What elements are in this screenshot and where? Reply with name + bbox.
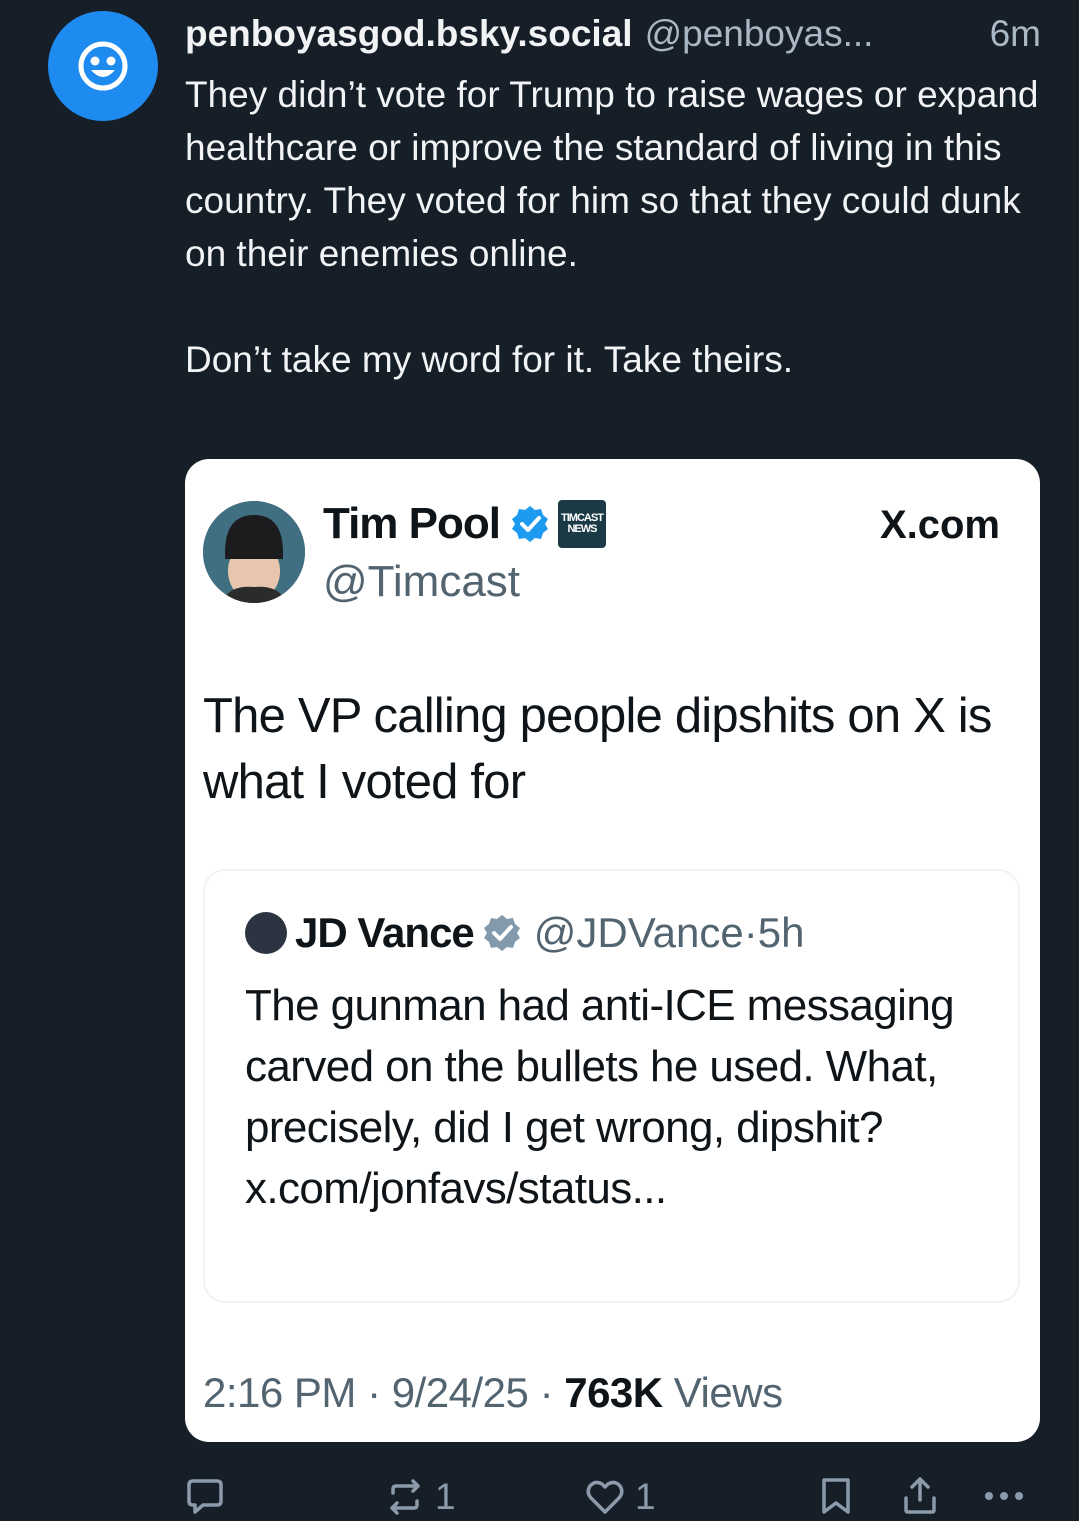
views-count: 763K: [564, 1369, 663, 1416]
quoted-author-name[interactable]: JD Vance: [295, 909, 475, 957]
quoted-author-handle[interactable]: @JDVance: [534, 909, 744, 957]
quoted-post-header: JD Vance @JDVance · 5h: [245, 909, 804, 957]
heart-icon: [586, 1480, 624, 1514]
share-button[interactable]: [900, 1476, 940, 1516]
separator-dot: ·: [367, 1369, 392, 1416]
views-label: Views: [673, 1369, 783, 1416]
post-paragraph: They didn’t vote for Trump to raise wage…: [185, 74, 1039, 274]
embed-post-meta: 2:16 PM · 9/24/25 · 763K Views: [203, 1369, 783, 1417]
embed-author-name-row: Tim Pool TIMCAST NEWS: [323, 499, 606, 549]
embed-author-name[interactable]: Tim Pool: [323, 499, 501, 549]
repost-count: 1: [435, 1476, 456, 1517]
embed-author-handle[interactable]: @Timcast: [323, 557, 520, 607]
repost-icon: [390, 1479, 420, 1515]
repost-button[interactable]: 1: [385, 1476, 456, 1518]
separator-dot: ·: [743, 909, 758, 956]
affiliate-badge: TIMCAST NEWS: [557, 500, 606, 548]
quoted-post-text: The gunman had anti-ICE messaging carved…: [245, 981, 955, 1213]
post-body: They didn’t vote for Trump to raise wage…: [185, 68, 1055, 386]
quoted-author-avatar: [245, 912, 287, 954]
embedded-post-card[interactable]: Tim Pool TIMCAST NEWS @Timcast X.com The…: [185, 459, 1040, 1442]
separator-dot: ·: [539, 1369, 565, 1416]
like-count: 1: [635, 1476, 656, 1517]
embed-post-date[interactable]: 9/24/25: [392, 1369, 529, 1416]
reply-icon: [187, 1479, 223, 1514]
more-button[interactable]: [982, 1476, 1026, 1516]
verified-badge-icon: [511, 506, 548, 542]
bookmark-icon: [822, 1478, 850, 1514]
reply-button[interactable]: [185, 1476, 225, 1516]
bookmark-button[interactable]: [818, 1476, 854, 1516]
post-header: penboyasgod.bsky.social @penboyas... 6m: [185, 12, 1045, 56]
post-time[interactable]: 6m: [990, 12, 1041, 56]
embed-post-time[interactable]: 2:16 PM: [203, 1369, 356, 1416]
embed-post-text: The VP calling people dipshits on X is w…: [203, 689, 992, 809]
quoted-post-time[interactable]: 5h: [758, 909, 805, 957]
more-icon: [985, 1492, 1023, 1500]
post-paragraph: Don’t take my word for it. Take theirs.: [185, 339, 793, 380]
post-actions: 1 1: [0, 1470, 1079, 1521]
author-name[interactable]: penboyasgod.bsky.social: [185, 12, 633, 56]
quoted-post[interactable]: JD Vance @JDVance · 5h The gunman had an…: [203, 869, 1020, 1303]
author-avatar[interactable]: [48, 11, 158, 121]
embed-source-site[interactable]: X.com: [880, 503, 1000, 548]
verified-badge-icon: [483, 915, 520, 951]
like-button[interactable]: 1: [585, 1476, 656, 1518]
share-icon: [904, 1477, 936, 1514]
smiley-avatar-icon: [78, 41, 128, 91]
embed-author-avatar: [203, 501, 305, 603]
author-handle[interactable]: @penboyas...: [645, 12, 874, 56]
